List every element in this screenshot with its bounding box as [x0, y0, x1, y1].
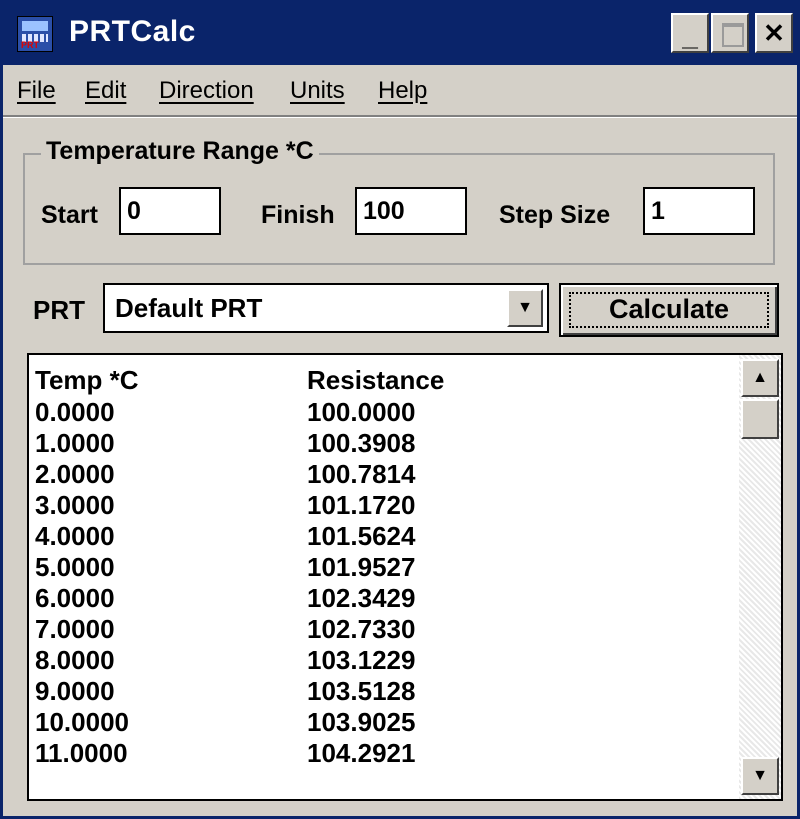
- prt-selected-value: Default PRT: [115, 293, 263, 323]
- step-size-input[interactable]: [643, 187, 755, 235]
- temp-value: 7.0000: [35, 614, 115, 644]
- temp-value: 5.0000: [35, 552, 115, 582]
- menu-units[interactable]: Units: [290, 77, 345, 105]
- prt-select[interactable]: Default PRT ▼: [103, 283, 549, 333]
- temp-value: 4.0000: [35, 521, 115, 551]
- scroll-down-button[interactable]: ▼: [741, 757, 779, 795]
- temp-value: 6.0000: [35, 583, 115, 613]
- menu-direction[interactable]: Direction: [159, 77, 254, 105]
- start-label: Start: [41, 201, 98, 229]
- arrow-down-icon: ▼: [752, 767, 768, 784]
- scroll-thumb[interactable]: [741, 399, 779, 439]
- prt-label: PRT: [33, 295, 85, 325]
- temp-value: 1.0000: [35, 428, 115, 458]
- scroll-up-button[interactable]: ▲: [741, 359, 779, 397]
- prt-dropdown-button[interactable]: ▼: [507, 289, 543, 327]
- results-list[interactable]: Temp *C Resistance 0.0000 100.0000 1.0000…: [27, 353, 783, 801]
- resistance-value: 103.5128: [307, 676, 416, 706]
- close-icon: ✕: [763, 18, 785, 48]
- app-window: PRT PRTCalc _ ✕ File Edit Direction Unit…: [0, 0, 800, 819]
- temp-value: 0.0000: [35, 397, 115, 427]
- resistance-value: 100.3908: [307, 428, 416, 458]
- title-bar[interactable]: PRT PRTCalc _ ✕: [3, 3, 797, 65]
- temp-value: 9.0000: [35, 676, 115, 706]
- start-input[interactable]: [119, 187, 221, 235]
- menu-divider: [3, 115, 797, 118]
- resistance-value: 100.7814: [307, 459, 416, 489]
- menu-bar: File Edit Direction Units Help: [3, 65, 797, 115]
- calculate-button[interactable]: Calculate: [559, 283, 779, 337]
- resistance-value: 102.7330: [307, 614, 416, 644]
- chevron-down-icon: ▼: [517, 299, 533, 316]
- app-icon-label: PRT: [21, 40, 39, 50]
- resistance-value: 102.3429: [307, 583, 416, 613]
- maximize-button[interactable]: [711, 13, 749, 53]
- arrow-up-icon: ▲: [752, 369, 768, 386]
- resistance-value: 101.9527: [307, 552, 416, 582]
- finish-label: Finish: [261, 201, 335, 229]
- vertical-scrollbar[interactable]: ▲ ▼: [739, 355, 781, 799]
- window-title: PRTCalc: [69, 15, 196, 48]
- menu-file[interactable]: File: [17, 77, 56, 105]
- resistance-value: 101.1720: [307, 490, 416, 520]
- resistance-value: 103.9025: [307, 707, 416, 737]
- calculate-label: Calculate: [608, 294, 730, 324]
- resistance-value: 100.0000: [307, 397, 416, 427]
- step-size-label: Step Size: [499, 201, 611, 229]
- calculator-icon[interactable]: PRT: [17, 16, 53, 52]
- temperature-range-title: Temperature Range *C: [41, 137, 319, 166]
- resistance-value: 104.2921: [307, 738, 416, 768]
- temp-value: 3.0000: [35, 490, 115, 520]
- header-temp: Temp *C: [35, 365, 139, 395]
- menu-help[interactable]: Help: [378, 77, 427, 105]
- finish-input[interactable]: [355, 187, 467, 235]
- minimize-icon: _: [682, 20, 698, 51]
- header-resistance: Resistance: [307, 365, 445, 395]
- menu-edit[interactable]: Edit: [85, 77, 126, 105]
- minimize-button[interactable]: _: [671, 13, 709, 53]
- close-button[interactable]: ✕: [755, 13, 793, 53]
- maximize-icon: [722, 23, 744, 47]
- temp-value: 8.0000: [35, 645, 115, 675]
- resistance-value: 103.1229: [307, 645, 416, 675]
- resistance-value: 101.5624: [307, 521, 416, 551]
- temp-value: 10.0000: [35, 707, 129, 737]
- temp-value: 2.0000: [35, 459, 115, 489]
- temp-value: 11.0000: [35, 738, 128, 768]
